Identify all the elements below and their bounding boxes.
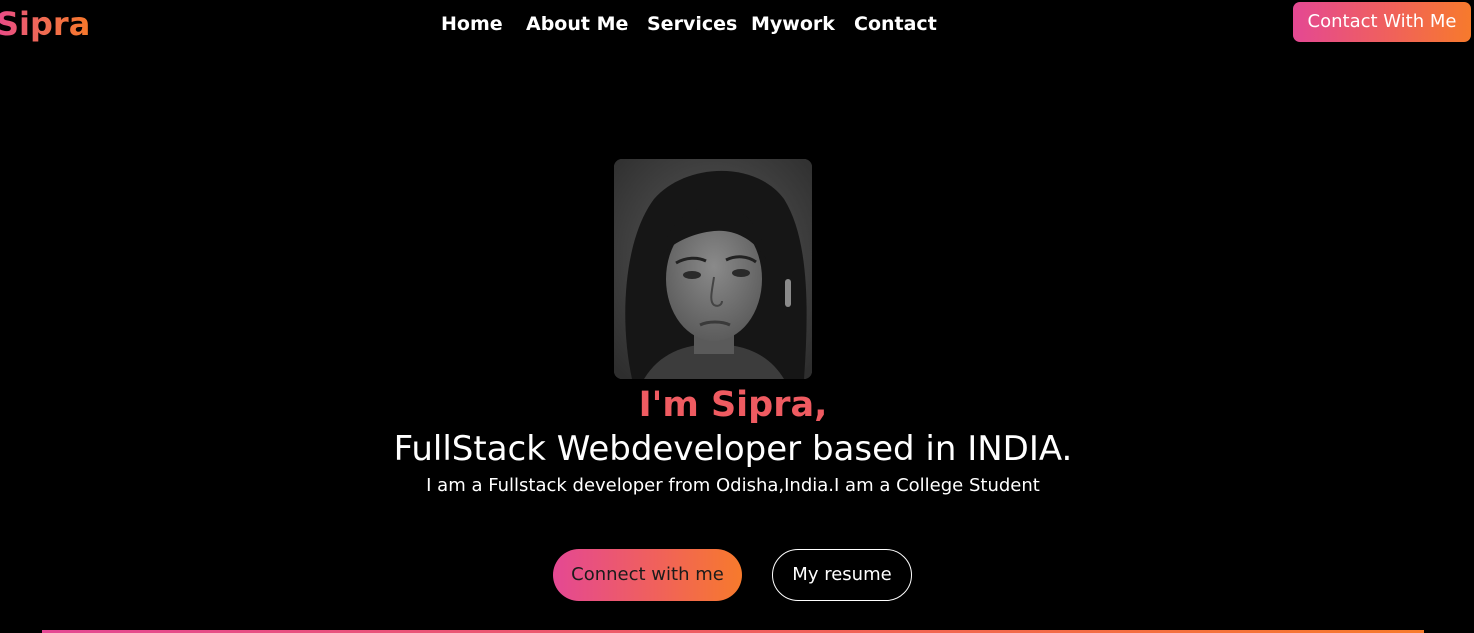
connect-with-me-button[interactable]: Connect with me <box>553 549 742 601</box>
profile-photo <box>614 159 812 379</box>
nav-services[interactable]: Services <box>647 10 737 38</box>
nav-mywork[interactable]: Mywork <box>751 10 835 38</box>
hero-subtitle: I am a Fullstack developer from Odisha,I… <box>426 475 1040 496</box>
my-resume-button[interactable]: My resume <box>772 549 912 601</box>
page: Sipra Home About Me Services Mywork Cont… <box>0 0 1474 633</box>
hero-title: FullStack Webdeveloper based in INDIA. <box>393 429 1073 469</box>
profile-photo-image <box>614 159 812 379</box>
main-nav: Home About Me Services Mywork Contact <box>0 10 1474 38</box>
nav-home[interactable]: Home <box>441 10 503 38</box>
contact-with-me-button[interactable]: Contact With Me <box>1293 2 1471 42</box>
hero-greeting: I'm Sipra, <box>638 385 828 425</box>
nav-contact[interactable]: Contact <box>854 10 937 38</box>
nav-about-me[interactable]: About Me <box>526 10 628 38</box>
